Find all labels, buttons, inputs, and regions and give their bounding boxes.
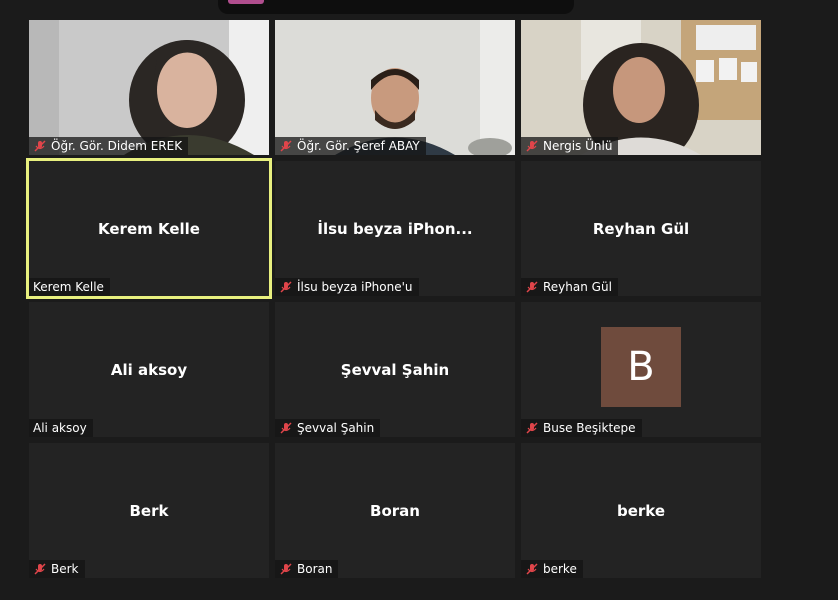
participant-name: Kerem Kelle <box>33 280 104 294</box>
participant-display-name: Kerem Kelle <box>98 219 200 238</box>
participant-tile-buse-besiktepe[interactable]: B Buse Beşiktepe <box>521 302 761 437</box>
participant-name: İlsu beyza iPhone'u <box>297 280 413 294</box>
participant-tile-sevval-sahin[interactable]: Şevval Şahin Şevval Şahin <box>275 302 515 437</box>
participant-tile-ilsu-beyza[interactable]: İlsu beyza iPhon... İlsu beyza iPhone'u <box>275 161 515 296</box>
participant-name: Öğr. Gör. Şeref ABAY <box>297 139 420 153</box>
participant-display-name: Şevval Şahin <box>340 360 450 379</box>
participant-nametag: Şevval Şahin <box>275 419 381 437</box>
video-tile-didem-erek[interactable]: Öğr. Gör. Didem EREK <box>29 20 269 155</box>
participant-nametag: Berk <box>29 560 85 578</box>
video-tile-nergis-unlu[interactable]: Nergis Ünlü <box>521 20 761 155</box>
participant-name: Reyhan Gül <box>543 280 612 294</box>
participant-tile-berke[interactable]: berke berke <box>521 443 761 578</box>
video-tile-seref-abay[interactable]: Öğr. Gör. Şeref ABAY <box>275 20 515 155</box>
participant-display-name: Ali aksoy <box>110 360 188 379</box>
participant-name: Berk <box>51 562 79 576</box>
participant-nametag: Öğr. Gör. Şeref ABAY <box>275 137 426 155</box>
participant-name: berke <box>543 562 577 576</box>
participant-nametag: İlsu beyza iPhone'u <box>275 278 419 296</box>
mic-muted-icon <box>526 422 538 434</box>
mic-muted-icon <box>280 281 292 293</box>
participant-tile-berk[interactable]: Berk Berk <box>29 443 269 578</box>
participant-tile-reyhan-gul[interactable]: Reyhan Gül Reyhan Gül <box>521 161 761 296</box>
participant-video <box>275 20 515 155</box>
participant-nametag: Kerem Kelle <box>29 278 110 296</box>
participant-tile-boran[interactable]: Boran Boran <box>275 443 515 578</box>
participant-name: Öğr. Gör. Didem EREK <box>51 139 183 153</box>
mic-muted-icon <box>526 563 538 575</box>
mic-muted-icon <box>280 140 292 152</box>
recording-indicator <box>228 0 264 4</box>
participant-nametag: Boran <box>275 560 339 578</box>
participant-nametag: berke <box>521 560 583 578</box>
participant-name: Şevval Şahin <box>297 421 375 435</box>
participant-video <box>29 20 269 155</box>
participant-name: Ali aksoy <box>33 421 87 435</box>
participant-nametag: Ali aksoy <box>29 419 93 437</box>
meeting-top-bar[interactable] <box>218 0 574 14</box>
participant-display-name: Boran <box>370 501 420 520</box>
participant-name: Boran <box>297 562 333 576</box>
participant-tile-kerem-kelle[interactable]: Kerem Kelle Kerem Kelle <box>26 158 272 299</box>
participant-nametag: Buse Beşiktepe <box>521 419 642 437</box>
mic-muted-icon <box>34 140 46 152</box>
participant-display-name: Reyhan Gül <box>592 219 690 238</box>
participant-name: Nergis Ünlü <box>543 139 613 153</box>
mic-muted-icon <box>280 422 292 434</box>
participant-name: Buse Beşiktepe <box>543 421 636 435</box>
participant-display-name: berke <box>616 501 666 520</box>
avatar: B <box>601 327 681 407</box>
mic-muted-icon <box>526 281 538 293</box>
participant-video <box>521 20 761 155</box>
mic-muted-icon <box>280 563 292 575</box>
participant-display-name: İlsu beyza iPhon... <box>317 219 473 238</box>
participant-nametag: Reyhan Gül <box>521 278 618 296</box>
participant-nametag: Öğr. Gör. Didem EREK <box>29 137 189 155</box>
mic-muted-icon <box>34 563 46 575</box>
participant-nametag: Nergis Ünlü <box>521 137 619 155</box>
participant-tile-ali-aksoy[interactable]: Ali aksoy Ali aksoy <box>29 302 269 437</box>
mic-muted-icon <box>526 140 538 152</box>
participant-display-name: Berk <box>129 501 169 520</box>
